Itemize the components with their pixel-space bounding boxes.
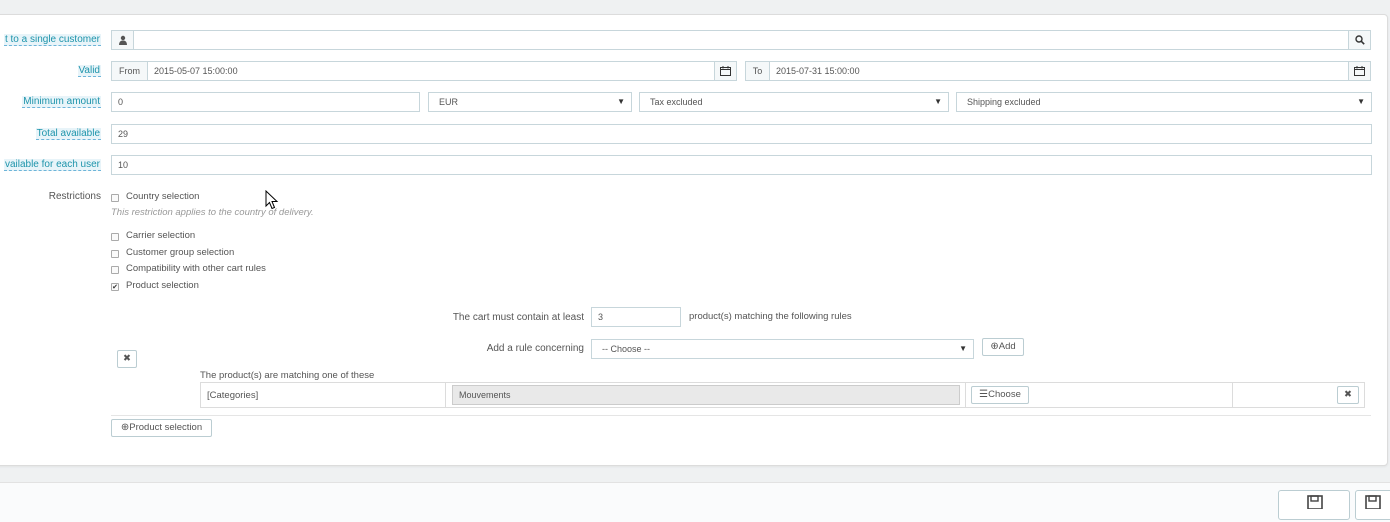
choose-button[interactable]: ☰Choose xyxy=(971,386,1029,404)
divider xyxy=(111,415,1371,416)
rule-type-cell: [Categories] xyxy=(200,382,446,408)
product-selection-checkbox[interactable]: ✔ xyxy=(111,283,119,291)
cart-min-suffix: product(s) matching the following rules xyxy=(689,311,852,322)
plus-circle-icon: ⊕ xyxy=(990,341,999,352)
total-available-label: Total available xyxy=(35,128,101,140)
compatibility-label: Compatibility with other cart rules xyxy=(126,263,266,274)
rule-value-field: Mouvements xyxy=(452,385,960,405)
customer-group-checkbox[interactable] xyxy=(111,250,119,258)
search-icon[interactable] xyxy=(1348,30,1371,50)
rule-remove-cell: ✖ xyxy=(1232,382,1365,408)
valid-to-addon: To xyxy=(745,61,770,81)
country-selection-checkbox[interactable] xyxy=(111,194,119,202)
single-customer-label: t to a single customer xyxy=(3,34,101,46)
rule-concerning-label: Add a rule concerning xyxy=(486,343,584,354)
customer-group-label: Customer group selection xyxy=(126,247,235,258)
user-icon xyxy=(111,30,134,50)
currency-select[interactable]: EUR ▼ xyxy=(428,92,632,112)
rule-choose-cell: ☰Choose xyxy=(965,382,1233,408)
valid-label: Valid xyxy=(77,65,101,77)
valid-to-input[interactable]: 2015-07-31 15:00:00 xyxy=(769,61,1349,81)
cart-min-label: The cart must contain at least xyxy=(452,312,584,323)
calendar-icon[interactable] xyxy=(1348,61,1371,81)
remove-rule-group-button[interactable]: ✖ xyxy=(117,350,137,368)
rule-value-cell: Mouvements xyxy=(445,382,966,408)
matching-rules-label: The product(s) are matching one of these xyxy=(200,370,375,381)
rule-concerning-select[interactable]: -- Choose -- ▼ xyxy=(591,339,974,359)
mouse-cursor-icon xyxy=(265,190,279,210)
minimum-amount-label: Minimum amount xyxy=(22,96,101,108)
panel-footer xyxy=(0,482,1390,522)
save-and-stay-button[interactable] xyxy=(1355,490,1390,520)
valid-from-input[interactable]: 2015-05-07 15:00:00 xyxy=(147,61,715,81)
total-available-input[interactable]: 29 xyxy=(111,124,1372,144)
save-icon xyxy=(1307,495,1323,509)
valid-from-addon: From xyxy=(111,61,148,81)
compatibility-checkbox[interactable] xyxy=(111,266,119,274)
available-each-user-input[interactable]: 10 xyxy=(111,155,1372,175)
chevron-down-icon: ▼ xyxy=(1357,97,1365,106)
plus-circle-icon: ⊕ xyxy=(120,422,130,433)
save-icon xyxy=(1365,495,1381,509)
tax-select[interactable]: Tax excluded ▼ xyxy=(639,92,949,112)
available-each-user-label: vailable for each user xyxy=(3,159,101,171)
customer-search-input[interactable] xyxy=(133,30,1349,50)
shipping-select[interactable]: Shipping excluded ▼ xyxy=(956,92,1372,112)
minimum-amount-input[interactable]: 0 xyxy=(111,92,420,112)
save-button[interactable] xyxy=(1278,490,1350,520)
country-selection-label: Country selection xyxy=(126,191,200,202)
restrictions-label: Restrictions xyxy=(48,191,101,202)
product-selection-label: Product selection xyxy=(126,280,199,291)
carrier-selection-label: Carrier selection xyxy=(126,230,196,241)
chevron-down-icon: ▼ xyxy=(934,97,942,106)
calendar-icon[interactable] xyxy=(714,61,737,81)
product-selection-button[interactable]: ⊕Product selection xyxy=(111,419,212,437)
chevron-down-icon: ▼ xyxy=(959,344,967,353)
cart-min-quantity-input[interactable]: 3 xyxy=(591,307,681,327)
chevron-down-icon: ▼ xyxy=(617,97,625,106)
carrier-selection-checkbox[interactable] xyxy=(111,233,119,241)
list-icon: ☰ xyxy=(979,389,989,400)
remove-rule-button[interactable]: ✖ xyxy=(1337,386,1359,404)
add-rule-button[interactable]: ⊕Add xyxy=(982,338,1024,356)
country-restriction-hint: This restriction applies to the country … xyxy=(111,207,314,218)
